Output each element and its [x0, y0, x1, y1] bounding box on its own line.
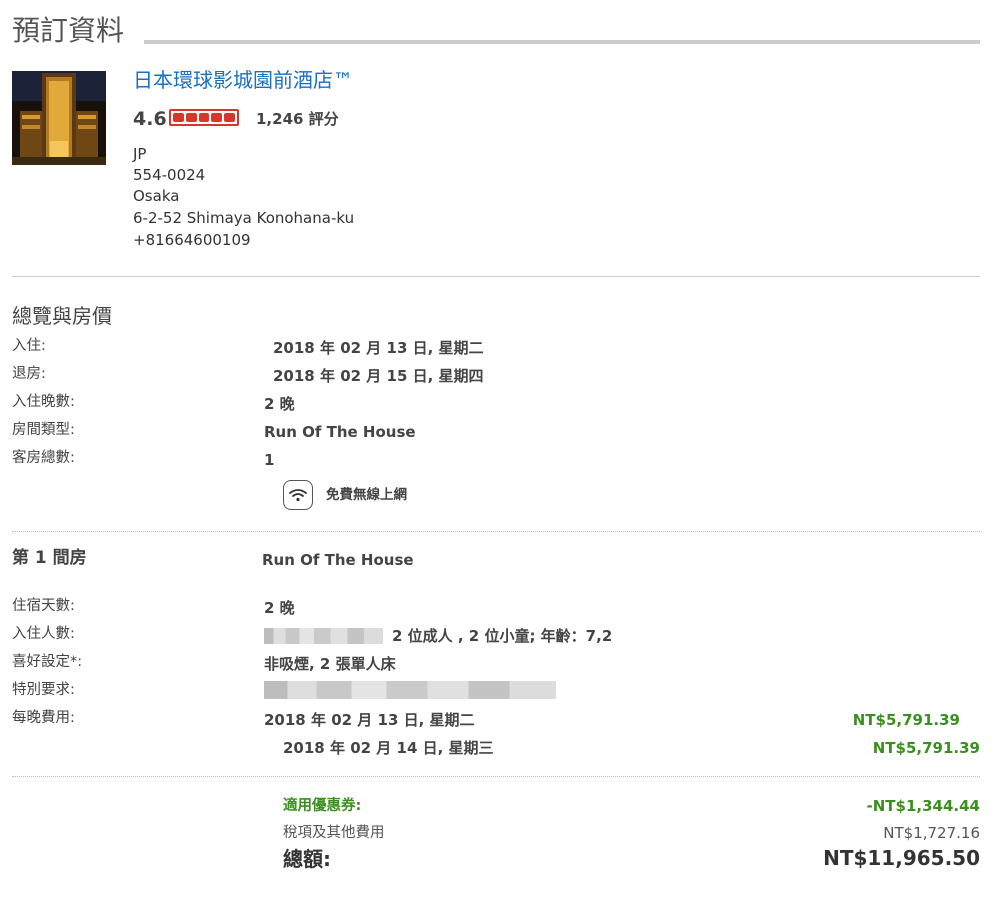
overview-title: 總覽與房價 — [12, 304, 112, 328]
title-divider — [144, 40, 980, 44]
room-count-label: 客房總數: — [12, 450, 75, 466]
nightly-date-1: 2018 年 02 月 13 日, 星期二 — [264, 711, 475, 729]
room-title: 第 1 間房 — [12, 548, 87, 568]
hotel-name-link[interactable]: 日本環球影城園前酒店™ — [133, 66, 353, 94]
address-city: Osaka — [133, 187, 180, 205]
guests-value: 2 位成人 , 2 位小童; 年齡：7,2 — [392, 627, 613, 645]
rating-dot-5 — [224, 113, 235, 122]
address-country: JP — [133, 145, 147, 163]
nightly-rate-label: 每晚費用: — [12, 710, 75, 726]
checkin-value: 2018 年 02 月 13 日, 星期二 — [273, 339, 484, 357]
rating-dot-3 — [198, 113, 210, 122]
dotted-divider — [12, 531, 980, 532]
tax-label: 稅項及其他費用 — [283, 825, 385, 841]
tax-value: NT$1,727.16 — [883, 824, 980, 842]
address-street: 6-2-52 Shimaya Konohana-ku — [133, 209, 355, 227]
nightly-date-2: 2018 年 02 月 14 日, 星期三 — [283, 739, 494, 757]
guests-label: 入住人數: — [12, 626, 75, 642]
room-type-value: Run Of The House — [264, 423, 416, 441]
guest-name-redacted — [264, 628, 383, 644]
room-type-name: Run Of The House — [262, 551, 414, 569]
checkin-label: 入住: — [12, 338, 46, 354]
special-request-label: 特別要求: — [12, 682, 75, 698]
rating-dot-1 — [173, 113, 184, 122]
nights-label: 入住晚數: — [12, 394, 75, 410]
section-divider — [12, 276, 980, 277]
dotted-divider-summary — [12, 776, 980, 777]
rating-score: 4.6 — [133, 108, 167, 130]
nightly-price-1: NT$5,791.39 — [852, 711, 960, 729]
preference-label: 喜好設定*: — [12, 654, 83, 670]
rating-bar — [169, 109, 239, 126]
checkout-label: 退房: — [12, 366, 46, 382]
rating-dot-2 — [185, 113, 197, 122]
total-value: NT$11,965.50 — [823, 846, 980, 870]
address-phone: +81664600109 — [133, 231, 251, 249]
total-label: 總額: — [283, 847, 331, 871]
nightly-price-2: NT$5,791.39 — [872, 739, 980, 757]
rating-dot-4 — [211, 113, 223, 122]
review-count: 1,246 評分 — [256, 110, 339, 128]
wifi-icon — [283, 480, 313, 510]
special-request-redacted — [264, 681, 556, 699]
address-postal-code: 554-0024 — [133, 166, 206, 184]
hotel-photo-graphic — [12, 71, 106, 165]
room-type-label: 房間類型: — [12, 422, 75, 438]
nights-value: 2 晚 — [264, 395, 295, 413]
room-count-value: 1 — [264, 451, 275, 469]
page-title: 預訂資料 — [12, 14, 125, 47]
coupon-label: 適用優惠券: — [283, 798, 362, 814]
stay-nights-value: 2 晚 — [264, 599, 295, 617]
stay-nights-label: 住宿天數: — [12, 598, 75, 614]
checkout-value: 2018 年 02 月 15 日, 星期四 — [273, 367, 484, 385]
amenity-label: 免費無線上網 — [326, 487, 407, 503]
wifi-glyph — [289, 489, 307, 502]
preference-value: 非吸煙, 2 張單人床 — [264, 655, 396, 673]
coupon-value: -NT$1,344.44 — [866, 797, 980, 815]
hotel-photo[interactable] — [12, 71, 106, 165]
